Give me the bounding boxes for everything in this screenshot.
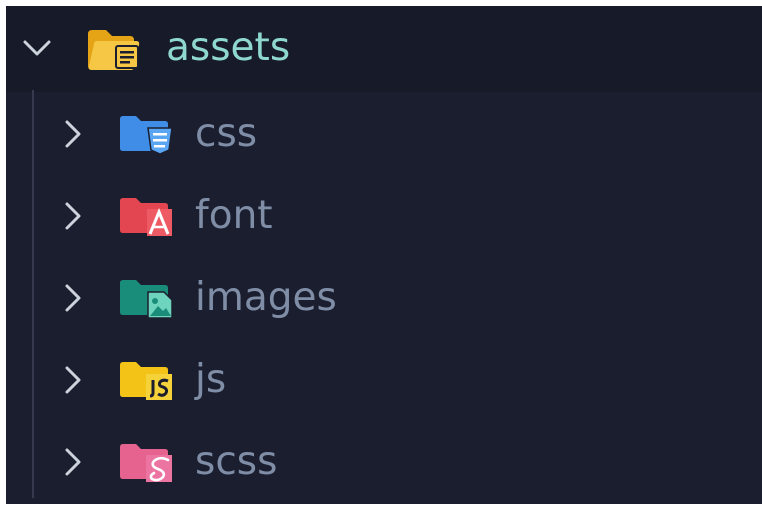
folder-font-icon xyxy=(120,198,172,236)
folder-css-icon xyxy=(120,116,173,155)
chevron-down-icon[interactable] xyxy=(22,36,52,60)
file-explorer: assets css font images js scss xyxy=(6,6,762,504)
folder-js-icon xyxy=(120,362,172,400)
chevron-right-icon[interactable] xyxy=(62,282,84,314)
tree-item-css[interactable]: css xyxy=(6,92,762,174)
tree-item-assets[interactable]: assets xyxy=(6,6,762,92)
tree-item-label-scss: scss xyxy=(195,439,278,484)
chevron-right-icon[interactable] xyxy=(62,446,84,478)
tree-item-label-font: font xyxy=(195,193,273,238)
chevron-right-icon[interactable] xyxy=(62,364,84,396)
tree-item-label-images: images xyxy=(195,275,337,320)
tree-item-js[interactable]: js xyxy=(6,338,762,420)
chevron-right-icon[interactable] xyxy=(62,118,84,150)
chevron-right-icon[interactable] xyxy=(62,200,84,232)
tree-item-label-js: js xyxy=(195,357,227,402)
folder-open-icon xyxy=(88,30,140,70)
tree-item-scss[interactable]: scss xyxy=(6,420,762,502)
tree-item-label-assets: assets xyxy=(166,25,291,70)
tree-item-images[interactable]: images xyxy=(6,256,762,338)
folder-scss-icon xyxy=(120,444,172,482)
folder-images-icon xyxy=(120,280,173,319)
tree-item-label-css: css xyxy=(195,111,258,156)
tree-item-font[interactable]: font xyxy=(6,174,762,256)
